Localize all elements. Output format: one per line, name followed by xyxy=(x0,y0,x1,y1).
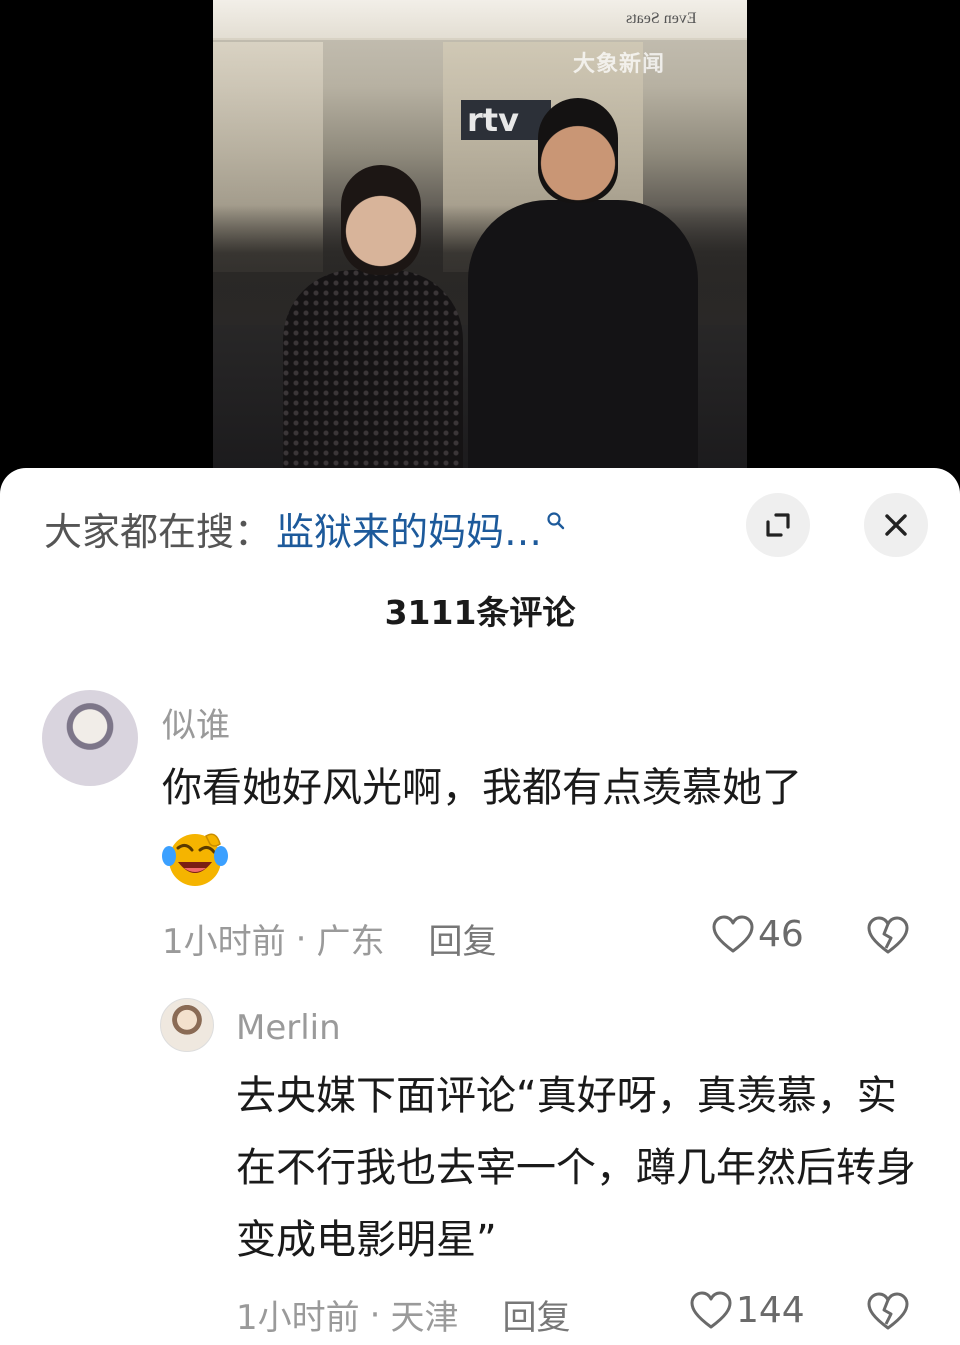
broken-heart-icon[interactable] xyxy=(866,914,910,958)
comment-meta: 1小时前 · 天津 回复 xyxy=(236,1290,570,1339)
trending-search[interactable]: 大家都在搜： 监狱来的妈妈… xyxy=(44,504,566,554)
comment-meta: 1小时前 · 广东 回复 xyxy=(162,914,496,963)
like-count: 144 xyxy=(736,1290,805,1331)
video-player[interactable]: Even Seats 大象新闻 rtv xyxy=(0,0,960,480)
comment-location: 天津 xyxy=(390,1298,459,1338)
video-frame[interactable]: Even Seats 大象新闻 rtv xyxy=(213,0,747,480)
comment-text[interactable]: 你看她好风光啊，我都有点羡慕她了 xyxy=(162,752,922,824)
comment-count-title: 3111条评论 xyxy=(384,593,576,632)
meta-separator: · xyxy=(295,918,307,959)
laughing-crying-emoji-icon xyxy=(162,833,228,886)
comment-username[interactable]: Merlin xyxy=(236,1008,341,1048)
woman-figure xyxy=(283,270,463,480)
meta-separator: · xyxy=(369,1294,381,1335)
news-watermark: 大象新闻 xyxy=(573,52,666,77)
expand-button[interactable] xyxy=(746,493,810,557)
comment-time: 1小时前 xyxy=(236,1298,360,1338)
avatar[interactable] xyxy=(42,690,138,786)
broken-heart-icon[interactable] xyxy=(866,1290,910,1334)
avatar[interactable] xyxy=(160,998,214,1052)
banner-text: Even Seats xyxy=(626,10,697,27)
close-icon xyxy=(885,514,907,536)
comment-sheet: 大家都在搜： 监狱来的妈妈… 3111条评论 似谁 你看她好风光啊，我都有点羡慕… xyxy=(0,468,960,1345)
heart-icon xyxy=(690,1291,732,1328)
search-icon[interactable] xyxy=(546,511,566,531)
comment-location: 广东 xyxy=(316,922,385,962)
man-head xyxy=(538,98,618,203)
comment-text[interactable]: 去央媒下面评论“真好呀，真羡慕，实在不行我也去宰一个，蹲几年然后转身变成电影明星… xyxy=(236,1060,926,1276)
like-button[interactable]: 46 xyxy=(712,914,804,955)
trending-search-label: 大家都在搜： xyxy=(44,509,273,554)
comment-username[interactable]: 似谁 xyxy=(162,698,230,747)
expand-icon xyxy=(766,513,790,537)
like-count: 46 xyxy=(758,914,804,955)
reply-button[interactable]: 回复 xyxy=(502,1290,570,1339)
woman-head xyxy=(341,165,421,275)
trending-search-query[interactable]: 监狱来的妈妈… xyxy=(276,501,542,556)
comment-time: 1小时前 xyxy=(162,922,286,962)
heart-icon xyxy=(712,915,754,952)
like-button[interactable]: 144 xyxy=(690,1290,805,1331)
event-banner: Even Seats xyxy=(213,0,747,40)
man-figure xyxy=(468,200,698,480)
close-button[interactable] xyxy=(864,493,928,557)
reply-button[interactable]: 回复 xyxy=(428,914,496,963)
